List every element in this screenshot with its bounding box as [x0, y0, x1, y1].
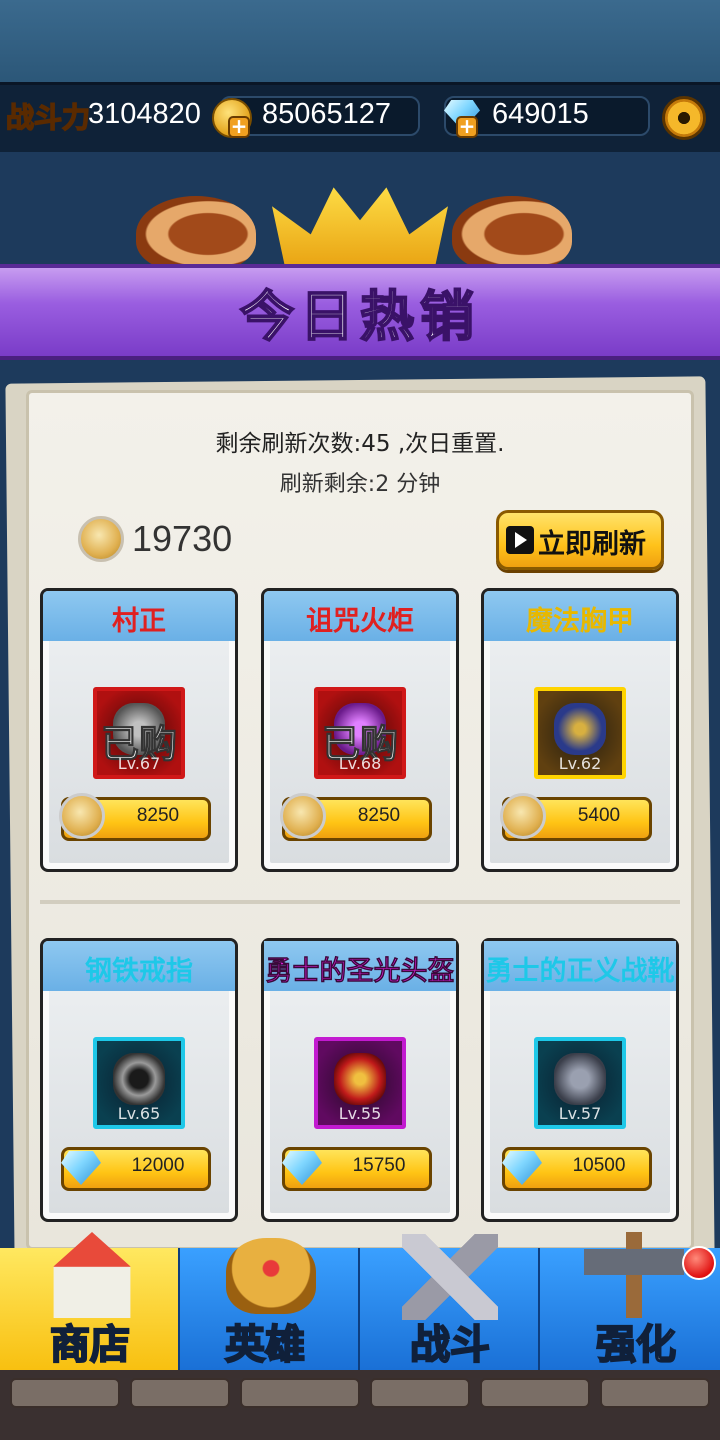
crossed-swords-icon — [402, 1234, 498, 1320]
tab-shop-label: 商店 — [49, 1321, 131, 1369]
floor-brick — [370, 1378, 470, 1408]
shop-item-card[interactable]: 钢铁戒指 Lv.65 12000 — [40, 938, 238, 1222]
add-gold-icon[interactable]: + — [228, 116, 250, 138]
page-title: 今日热销 — [239, 284, 480, 349]
add-diamond-icon[interactable]: + — [456, 116, 478, 138]
shop-item-card[interactable]: 村正 已购 Lv.67 8250 — [40, 588, 238, 872]
item-icon-frame: Lv.62 — [534, 687, 626, 779]
boots-icon — [554, 1053, 606, 1105]
power-value: 3104820 — [88, 98, 201, 130]
shop-item-card[interactable]: 魔法胸甲 Lv.62 5400 — [481, 588, 679, 872]
honor-coin-icon — [59, 793, 105, 839]
item-name: 勇士的正义战靴 — [485, 956, 675, 987]
refresh-count-text: 剩余刷新次数:45 ,次日重置. — [215, 431, 505, 457]
tab-hero-label: 英雄 — [224, 1321, 306, 1369]
item-price: 8250 — [136, 805, 180, 826]
power-label: 战斗力 — [5, 100, 91, 135]
floor-brick — [10, 1378, 120, 1408]
honor-value: 19730 — [132, 518, 233, 559]
item-icon-frame: Lv.65 — [93, 1037, 185, 1129]
item-price: 15750 — [352, 1155, 406, 1176]
item-price: 10500 — [572, 1155, 626, 1176]
shop-item-card[interactable]: 勇士的圣光头盔 Lv.55 15750 — [261, 938, 459, 1222]
video-play-icon — [506, 526, 534, 554]
item-price: 12000 — [131, 1155, 185, 1176]
floor-brick — [130, 1378, 230, 1408]
notification-dot — [682, 1246, 716, 1280]
item-level: Lv.62 — [558, 754, 602, 773]
item-name: 村正 — [112, 606, 166, 637]
item-icon-frame: Lv.57 — [534, 1037, 626, 1129]
item-level: Lv.57 — [558, 1104, 602, 1123]
item-level: Lv.68 — [338, 754, 382, 773]
item-level: Lv.65 — [117, 1104, 161, 1123]
horn-right-icon — [452, 196, 572, 272]
item-icon-frame: Lv.55 — [314, 1037, 406, 1129]
item-icon-frame: 已购 Lv.67 — [93, 687, 185, 779]
chest-armor-icon — [554, 703, 606, 755]
shop-item-card[interactable]: 诅咒火炬 已购 Lv.68 8250 — [261, 588, 459, 872]
honor-coin-icon — [78, 516, 124, 562]
gold-value: 85065127 — [262, 98, 392, 130]
gear-icon[interactable] — [662, 96, 706, 140]
honor-coin-icon — [500, 793, 546, 839]
floor-brick — [600, 1378, 710, 1408]
hero-helmet-icon — [226, 1238, 316, 1314]
item-name: 钢铁戒指 — [85, 956, 193, 987]
item-price: 5400 — [577, 805, 621, 826]
shop-item-card[interactable]: 勇士的正义战靴 Lv.57 10500 — [481, 938, 679, 1222]
item-level: Lv.55 — [338, 1104, 382, 1123]
floor-brick — [240, 1378, 360, 1408]
horn-left-icon — [136, 196, 256, 272]
refresh-now-label: 立即刷新 — [538, 529, 646, 560]
item-name: 诅咒火炬 — [306, 606, 414, 637]
top-background — [0, 0, 720, 90]
tab-enhance-label: 强化 — [595, 1321, 677, 1369]
divider — [40, 900, 680, 904]
honor-coin-icon — [280, 793, 326, 839]
item-icon-frame: 已购 Lv.68 — [314, 687, 406, 779]
item-level: Lv.67 — [117, 754, 161, 773]
item-price: 8250 — [357, 805, 401, 826]
item-name: 魔法胸甲 — [526, 606, 634, 637]
tab-battle-label: 战斗 — [409, 1321, 491, 1369]
floor-brick — [480, 1378, 590, 1408]
helmet-icon — [334, 1053, 386, 1105]
forge-hammer-icon — [584, 1232, 684, 1318]
diamond-value: 649015 — [492, 98, 589, 130]
refresh-timer-text: 刷新剩余:2 分钟 — [279, 472, 441, 497]
ring-icon — [113, 1053, 165, 1105]
